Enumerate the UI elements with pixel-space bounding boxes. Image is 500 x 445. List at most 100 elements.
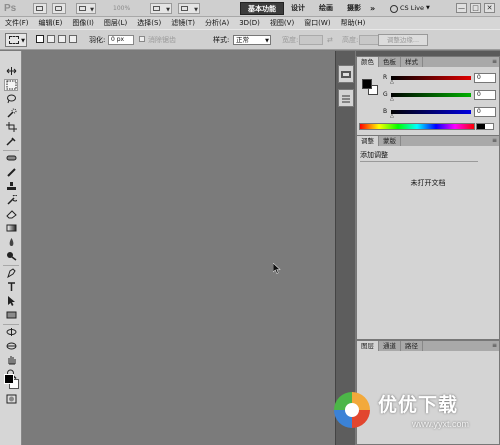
3d-orbit-tool-icon[interactable] [4, 340, 18, 352]
dodge-tool-icon[interactable] [4, 250, 18, 262]
eraser-tool-icon[interactable] [4, 208, 18, 220]
workspace-switcher: 基本功能 设计 绘画 摄影 [240, 2, 368, 15]
move-tool-icon[interactable] [4, 65, 18, 77]
red-slider[interactable] [391, 76, 471, 80]
photoshop-logo: Ps [4, 3, 17, 14]
crop-tool-icon[interactable] [4, 121, 18, 133]
red-channel-row: R △ 0 [383, 73, 497, 85]
shape-tool-icon[interactable] [4, 309, 18, 321]
menu-select[interactable]: 选择(S) [137, 17, 161, 29]
green-slider-knob[interactable]: △ [390, 97, 394, 102]
minimize-button[interactable]: — [456, 3, 467, 13]
layers-menu-icon[interactable]: ≡ [492, 342, 497, 349]
tab-swatches[interactable]: 色板 [379, 57, 401, 67]
launch-mini-bridge-button[interactable] [52, 3, 66, 14]
subtract-from-selection-button[interactable] [58, 35, 66, 43]
menu-edit[interactable]: 编辑(E) [39, 17, 63, 29]
menu-image[interactable]: 图像(I) [72, 17, 94, 29]
refine-edge-button[interactable]: 调整边缘... [378, 34, 428, 46]
add-to-selection-button[interactable] [47, 35, 55, 43]
style-select[interactable]: 正常 ▼ [233, 35, 271, 45]
layers-panel-tabs: 图层 通道 路径 [357, 341, 499, 351]
close-button[interactable]: ✕ [484, 3, 495, 13]
tab-styles[interactable]: 样式 [401, 57, 423, 67]
workspace-essentials[interactable]: 基本功能 [240, 2, 284, 15]
more-workspaces-button[interactable]: » [370, 2, 375, 15]
blue-value-input[interactable]: 0 [474, 107, 496, 117]
tab-adjustments[interactable]: 调整 [357, 136, 379, 146]
intersect-selection-button[interactable] [69, 35, 77, 43]
blue-label: B [383, 108, 388, 115]
type-tool-icon[interactable] [4, 281, 18, 293]
feather-input[interactable]: 0 px [108, 35, 134, 45]
blue-slider-knob[interactable]: △ [390, 114, 394, 119]
blue-slider[interactable] [391, 110, 471, 114]
view-extras-button[interactable]: ▼ [76, 3, 96, 14]
mini-bridge-icon[interactable] [338, 65, 354, 83]
pen-tool-icon[interactable] [4, 267, 18, 279]
red-slider-knob[interactable]: △ [390, 80, 394, 85]
style-select-value: 正常 [236, 36, 249, 44]
3d-rotate-tool-icon[interactable] [4, 326, 18, 338]
antialias-label: 消除锯齿 [148, 36, 176, 44]
cs-live-icon [390, 4, 398, 13]
workspace-design[interactable]: 设计 [284, 2, 312, 15]
gradient-tool-icon[interactable] [4, 222, 18, 234]
workspace-photography[interactable]: 摄影 [340, 2, 368, 15]
adjustments-menu-icon[interactable]: ≡ [492, 137, 497, 144]
menu-file[interactable]: 文件(F) [5, 17, 29, 29]
maximize-button[interactable]: □ [470, 3, 481, 13]
red-value-input[interactable]: 0 [474, 73, 496, 83]
tab-masks[interactable]: 蒙版 [379, 136, 401, 146]
menu-analysis[interactable]: 分析(A) [205, 17, 229, 29]
watermark-text: 优优下载 [378, 394, 459, 416]
spot-healing-tool-icon[interactable] [4, 152, 18, 164]
blur-tool-icon[interactable] [4, 236, 18, 248]
menu-layer[interactable]: 图层(L) [104, 17, 127, 29]
screen-mode-button[interactable]: ▼ [178, 3, 200, 14]
clone-stamp-tool-icon[interactable] [4, 180, 18, 192]
panel-menu-icon[interactable]: ≡ [492, 58, 497, 65]
color-spectrum-bar[interactable] [359, 123, 475, 130]
eyedropper-tool-icon[interactable] [4, 135, 18, 147]
panel-foreground-swatch[interactable] [362, 79, 372, 89]
workspace-painting[interactable]: 绘画 [312, 2, 340, 15]
path-select-tool-icon[interactable] [4, 295, 18, 307]
launch-bridge-button[interactable] [33, 3, 47, 14]
menu-3d[interactable]: 3D(D) [239, 17, 260, 29]
no-document-message: 未打开文档 [410, 179, 446, 187]
antialias-checkbox[interactable] [139, 36, 145, 42]
rect-marquee-tool-icon[interactable] [4, 79, 18, 91]
history-panel-icon[interactable] [338, 89, 354, 107]
tab-layers[interactable]: 图层 [357, 341, 379, 351]
width-input[interactable] [299, 35, 323, 45]
brush-tool-icon[interactable] [4, 166, 18, 178]
green-value-input[interactable]: 0 [474, 90, 496, 100]
history-brush-tool-icon[interactable] [4, 194, 18, 206]
black-white-swatch[interactable] [476, 123, 494, 130]
document-workspace[interactable] [23, 51, 335, 445]
menu-help[interactable]: 帮助(H) [341, 17, 366, 29]
foreground-color-swatch[interactable] [4, 374, 14, 384]
tab-channels[interactable]: 通道 [379, 341, 401, 351]
zoom-level-select[interactable]: 100% [110, 3, 144, 14]
quick-mask-icon[interactable] [4, 393, 18, 405]
swap-width-height-icon[interactable]: ⇄ [327, 35, 333, 45]
menu-filter[interactable]: 滤镜(T) [171, 17, 195, 29]
new-selection-button[interactable] [36, 35, 44, 43]
quick-select-tool-icon[interactable] [4, 107, 18, 119]
height-label: 高度: [342, 36, 359, 44]
menu-view[interactable]: 视图(V) [270, 17, 294, 29]
arrange-documents-button[interactable]: ▼ [150, 3, 172, 14]
feather-label: 羽化: [89, 36, 106, 44]
cs-live-menu[interactable]: CS Live ▼ [390, 2, 430, 15]
adjustment-divider [360, 161, 478, 162]
hand-tool-icon[interactable] [4, 354, 18, 366]
lasso-tool-icon[interactable] [4, 93, 18, 105]
tab-paths[interactable]: 路径 [401, 341, 423, 351]
green-slider[interactable] [391, 93, 471, 97]
menu-window[interactable]: 窗口(W) [304, 17, 330, 29]
site-watermark: 优优下载 www.yyxt.com [330, 388, 500, 445]
tab-color[interactable]: 颜色 [357, 57, 379, 67]
tool-preset-picker[interactable]: ▼ [5, 33, 27, 47]
